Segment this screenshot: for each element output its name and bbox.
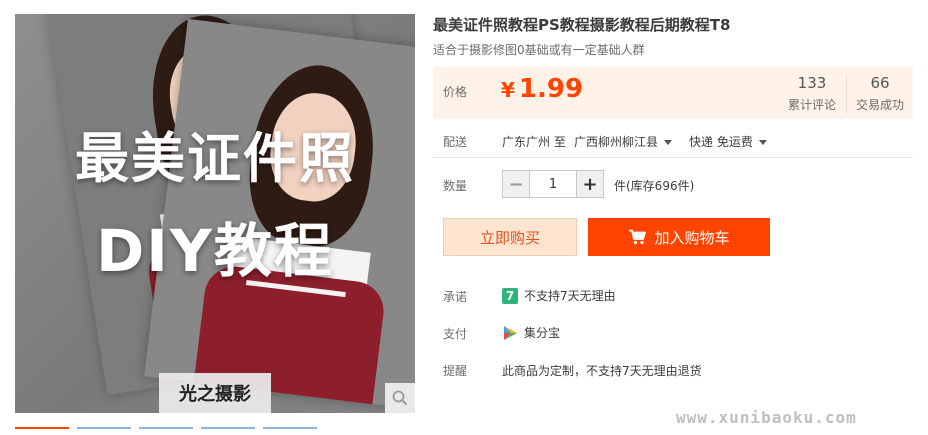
- decrease-button[interactable]: −: [502, 170, 530, 198]
- payment-method[interactable]: 集分宝: [524, 324, 560, 341]
- chevron-down-icon: [758, 140, 767, 145]
- search-icon: [392, 390, 408, 406]
- price-value: ¥ 1.99: [501, 74, 583, 104]
- thumbnail-item[interactable]: [139, 427, 193, 435]
- increase-button[interactable]: +: [576, 170, 604, 198]
- stock-info: 件(库存696件): [614, 179, 695, 193]
- zoom-button[interactable]: [385, 383, 415, 413]
- jifenbao-icon: [504, 325, 517, 340]
- product-main-image[interactable]: 最美证件照 DIY教程 光之摄影: [15, 14, 415, 413]
- shipping-method: 快递 免运费: [689, 135, 753, 149]
- payment-label: 支付: [443, 327, 468, 341]
- reviews-label: 累计评论: [787, 98, 836, 112]
- site-watermark: www.xunibaoku.com: [676, 408, 857, 427]
- add-to-cart-button[interactable]: 加入购物车: [588, 218, 770, 256]
- quantity-input[interactable]: 1: [530, 170, 576, 198]
- product-title: 最美证件照教程PS教程摄影教程后期教程T8: [433, 16, 731, 34]
- thumbnail-strip: [15, 427, 317, 435]
- promise-text[interactable]: 不支持7天无理由: [524, 287, 616, 304]
- image-title-line-2: DIY教程: [96, 217, 334, 285]
- reminder-label: 提醒: [443, 364, 468, 378]
- quantity-row: 数量 − 1 + 件(库存696件): [433, 170, 913, 198]
- deals-label: 交易成功: [855, 98, 904, 112]
- promise-label: 承诺: [443, 290, 468, 304]
- delivery-row: 配送 广东广州 至 广西柳州柳江县 快递 免运费: [433, 131, 913, 158]
- reviews-stat[interactable]: 133 累计评论: [779, 74, 845, 113]
- reminder-content: 此商品为定制，不支持7天无理由退货: [502, 362, 702, 379]
- thumbnail-item[interactable]: [201, 427, 255, 435]
- payment-content: 集分宝: [502, 324, 560, 341]
- deals-count: 66: [870, 74, 890, 92]
- delivery-label: 配送: [443, 135, 468, 149]
- quantity-label: 数量: [443, 179, 468, 193]
- deals-stat: 66 交易成功: [846, 74, 913, 114]
- seven-day-icon: 7: [502, 287, 518, 304]
- product-subtitle: 适合于摄影修图0基础或有一定基础人群: [433, 43, 645, 57]
- thumbnail-item[interactable]: [77, 427, 131, 435]
- price-label: 价格: [443, 85, 468, 99]
- reviews-count: 133: [797, 74, 827, 92]
- delivery-destination-select[interactable]: 广西柳州柳江县: [574, 133, 673, 150]
- shipping-method-select[interactable]: 快递 免运费: [689, 133, 767, 150]
- buy-now-button[interactable]: 立即购买: [443, 218, 577, 256]
- image-title-line-1: 最美证件照: [75, 127, 355, 190]
- price-amount: 1.99: [518, 74, 584, 104]
- delivery-origin: 广东广州 至: [502, 135, 566, 149]
- reminder-text: 此商品为定制，不支持7天无理由退货: [502, 364, 702, 378]
- product-gallery: 最美证件照 DIY教程 光之摄影: [15, 14, 415, 413]
- image-watermark-badge: 光之摄影: [159, 373, 271, 413]
- chevron-down-icon: [664, 140, 673, 145]
- cart-icon: [629, 229, 647, 245]
- quantity-stepper: − 1 +: [502, 170, 604, 198]
- thumbnail-item[interactable]: [15, 427, 69, 435]
- price-currency: ¥: [501, 78, 515, 102]
- delivery-destination: 广西柳州柳江县: [574, 135, 659, 149]
- thumbnail-item[interactable]: [263, 427, 317, 435]
- promise-content: 7 不支持7天无理由: [502, 287, 616, 304]
- add-to-cart-label: 加入购物车: [654, 228, 730, 247]
- price-panel: 价格 ¥ 1.99 133 累计评论 66 交易成功: [433, 67, 913, 119]
